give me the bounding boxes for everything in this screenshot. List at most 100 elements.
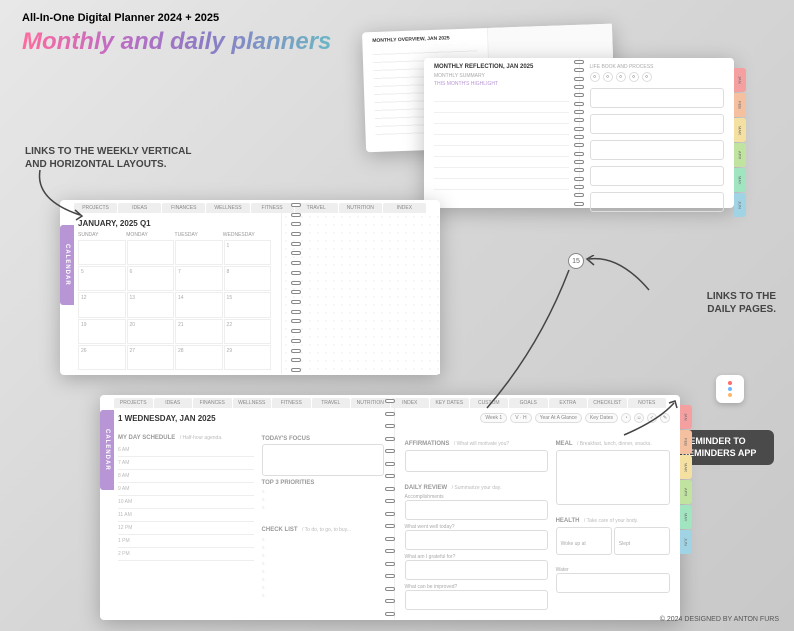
tab-notes[interactable]: NOTES [628, 398, 667, 408]
priority-item[interactable] [262, 496, 384, 504]
tab-fitness[interactable]: FITNESS [272, 398, 311, 408]
tab-finances[interactable]: FINANCES [162, 203, 205, 213]
month-tab-may[interactable]: MAY [680, 505, 692, 529]
checklist-item[interactable] [262, 576, 384, 584]
cal-cell[interactable]: 6 [127, 266, 175, 291]
tab-wellness[interactable]: WELLNESS [233, 398, 272, 408]
planner-daily[interactable]: CALENDAR JANFEBMARAPRMAYJUN PROJECTSIDEA… [100, 395, 680, 620]
q1-box[interactable] [405, 530, 548, 550]
cal-cell[interactable]: 19 [78, 319, 126, 344]
cal-cell[interactable]: 29 [224, 345, 272, 370]
schedule-row[interactable]: 12 PM [118, 522, 254, 535]
cal-cell[interactable]: 15 [224, 292, 272, 317]
daily-side-tab[interactable]: CALENDAR [100, 410, 114, 490]
cal-cell[interactable]: 5 [78, 266, 126, 291]
schedule-row[interactable]: 11 AM [118, 509, 254, 522]
cal-cell[interactable]: 1 [224, 240, 272, 265]
checklist-item[interactable] [262, 544, 384, 552]
meal-hint: / Breakfast, lunch, dinner, snacks. [577, 441, 652, 447]
planner-reflection[interactable]: JANFEBMARAPRMAYJUN MONTHLY REFLECTION, J… [424, 58, 734, 208]
bell-icon[interactable]: ◔ [621, 413, 631, 423]
tab-projects[interactable]: PROJECTS [114, 398, 153, 408]
monthly-side-tab[interactable]: CALENDAR [60, 225, 74, 305]
tab-custom[interactable]: CUSTOM [470, 398, 509, 408]
cal-cell[interactable] [175, 240, 223, 265]
tab-projects[interactable]: PROJECTS [74, 203, 117, 213]
cal-cell[interactable] [127, 240, 175, 265]
cal-cell[interactable]: 7 [175, 266, 223, 291]
month-tab-apr[interactable]: APR [734, 143, 746, 167]
cal-cell[interactable]: 8 [224, 266, 272, 291]
cal-cell[interactable]: 20 [127, 319, 175, 344]
cal-cell[interactable]: 13 [127, 292, 175, 317]
toolbar-pill[interactable]: Year At A Glance [535, 413, 582, 423]
month-tab-feb[interactable]: FEB [680, 430, 692, 454]
planner-monthly[interactable]: CALENDAR PROJECTSIDEASFINANCESWELLNESSFI… [60, 200, 440, 375]
date-link-circle[interactable]: 15 [568, 253, 584, 269]
checklist-item[interactable] [262, 560, 384, 568]
month-tab-jan[interactable]: JAN [734, 68, 746, 92]
cal-cell[interactable]: 12 [78, 292, 126, 317]
tab-wellness[interactable]: WELLNESS [206, 203, 249, 213]
meal-box[interactable] [556, 450, 670, 505]
affirmations-box[interactable] [405, 450, 548, 472]
cal-cell[interactable]: 22 [224, 319, 272, 344]
month-tab-apr[interactable]: APR [680, 480, 692, 504]
checklist-hint: / To do, to go, to buy... [302, 527, 351, 533]
tab-nutrition[interactable]: NUTRITION [339, 203, 382, 213]
toolbar-pill[interactable]: Week 1 [480, 413, 507, 423]
month-tab-feb[interactable]: FEB [734, 93, 746, 117]
review-hint: / Summarize your day. [452, 485, 502, 491]
tab-checklist[interactable]: CHECKLIST [588, 398, 627, 408]
toolbar-pill[interactable]: Key Dates [585, 413, 618, 423]
cal-cell[interactable]: 26 [78, 345, 126, 370]
check-icon[interactable]: ✓ [647, 413, 657, 423]
reminders-app-icon[interactable] [716, 375, 744, 403]
smile-icon[interactable]: ☺ [634, 413, 644, 423]
cal-cell[interactable] [78, 240, 126, 265]
schedule-row[interactable]: 2 PM [118, 548, 254, 561]
month-tab-mar[interactable]: MAR [734, 118, 746, 142]
schedule-row[interactable]: 6 AM [118, 444, 254, 457]
schedule-row[interactable]: 9 AM [118, 483, 254, 496]
checklist-item[interactable] [262, 592, 384, 600]
q2-box[interactable] [405, 560, 548, 580]
tab-travel[interactable]: TRAVEL [312, 398, 351, 408]
priority-item[interactable] [262, 488, 384, 496]
priority-item[interactable] [262, 504, 384, 512]
month-tab-jun[interactable]: JUN [734, 193, 746, 217]
checklist-item[interactable] [262, 568, 384, 576]
edit-icon[interactable]: ✎ [660, 413, 670, 423]
review-box[interactable] [405, 500, 548, 520]
checklist-item[interactable] [262, 536, 384, 544]
focus-box[interactable] [262, 444, 384, 476]
month-tab-may[interactable]: MAY [734, 168, 746, 192]
toolbar-pill[interactable]: V · H [510, 413, 531, 423]
health-label: HEALTH [556, 518, 580, 524]
cal-cell[interactable]: 27 [127, 345, 175, 370]
cal-cell[interactable]: 28 [175, 345, 223, 370]
checklist-item[interactable] [262, 584, 384, 592]
schedule-row[interactable]: 7 AM [118, 457, 254, 470]
schedule-row[interactable]: 1 PM [118, 535, 254, 548]
focus-label: TODAY'S FOCUS [262, 436, 384, 442]
cal-cell[interactable]: 21 [175, 319, 223, 344]
tab-goals[interactable]: GOALS [509, 398, 548, 408]
tab-key-dates[interactable]: KEY DATES [430, 398, 469, 408]
tab-ideas[interactable]: IDEAS [118, 203, 161, 213]
q3-box[interactable] [405, 590, 548, 610]
header-subtitle: Monthly and daily planners [22, 28, 331, 56]
schedule-row[interactable]: 10 AM [118, 496, 254, 509]
tab-extra[interactable]: EXTRA [549, 398, 588, 408]
month-tab-jun[interactable]: JUN [680, 530, 692, 554]
cal-cell[interactable]: 14 [175, 292, 223, 317]
month-tab-jan[interactable]: JAN [680, 405, 692, 429]
checklist-item[interactable] [262, 552, 384, 560]
tab-index[interactable]: INDEX [383, 203, 426, 213]
schedule-row[interactable]: 8 AM [118, 470, 254, 483]
month-tab-mar[interactable]: MAR [680, 455, 692, 479]
day-header: SUNDAY [78, 232, 126, 238]
tab-ideas[interactable]: IDEAS [154, 398, 193, 408]
tab-finances[interactable]: FINANCES [193, 398, 232, 408]
water-box[interactable] [556, 573, 670, 593]
